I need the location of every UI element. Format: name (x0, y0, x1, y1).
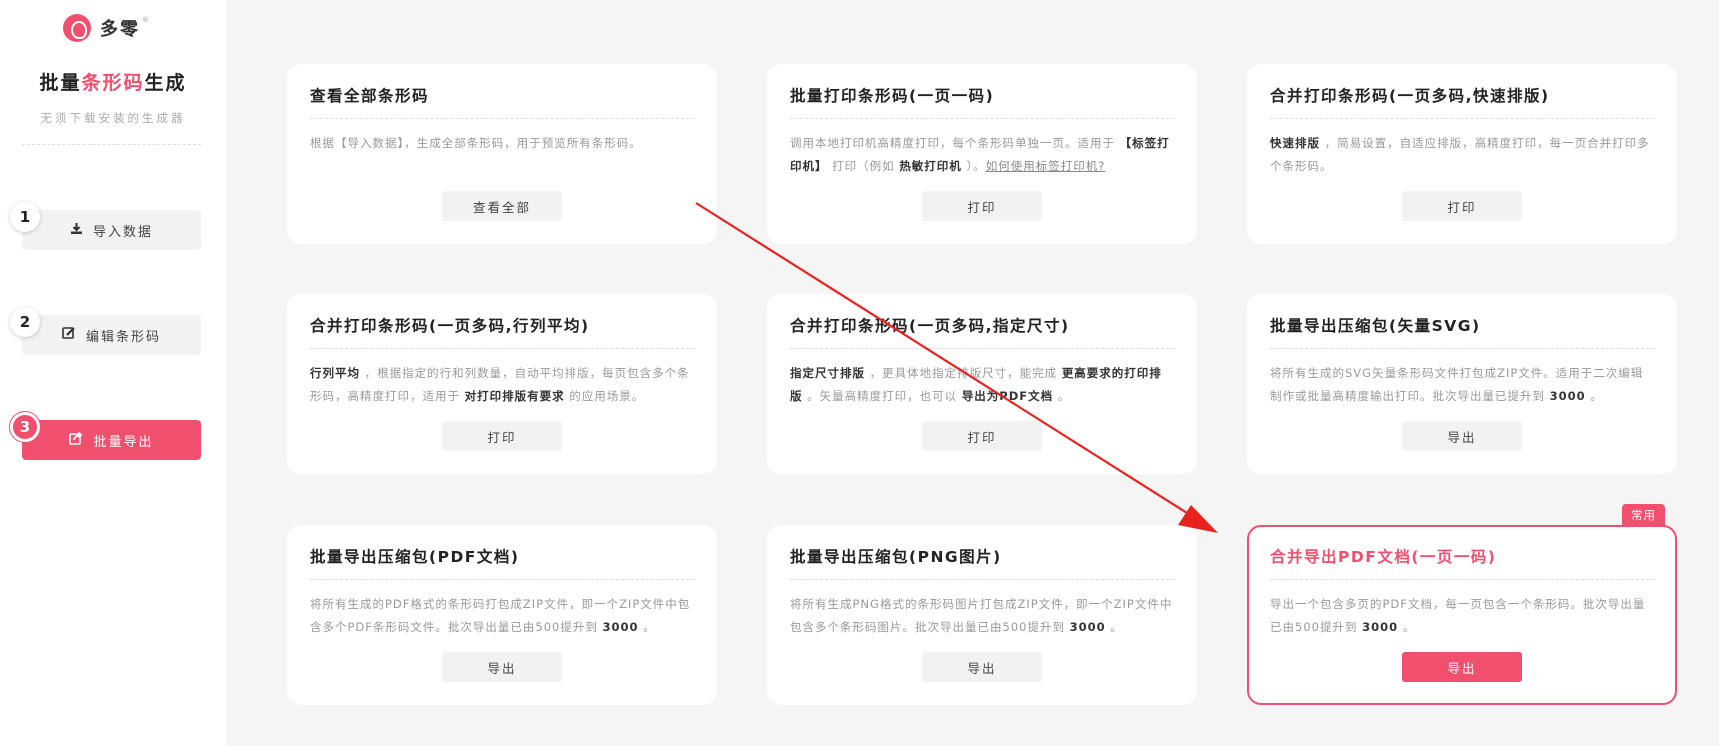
card-title: 批量导出压缩包(PDF文档) (310, 545, 694, 580)
emphasis-text: 对打印排版有要求 (464, 389, 565, 403)
card-description: 调用本地打印机高精度打印，每个条形码单独一页。适用于 【标签打印机】 打印（例如… (790, 132, 1174, 178)
emphasis-text: 导出为PDF文档 (961, 389, 1054, 403)
app-title: 批量条形码生成 (39, 72, 187, 94)
card-description: 将所有生成的SVG矢量条形码文件打包成ZIP文件。适用于二次编辑制作或批量高精度… (1270, 362, 1654, 408)
download-icon (70, 222, 83, 239)
step-number: 3 (10, 412, 40, 442)
option-card: 批量导出压缩包(PDF文档) 将所有生成的PDF格式的条形码打包成ZIP文件，即一… (287, 525, 717, 705)
option-card: 合并打印条形码(一页多码,行列平均) 行列平均 ，根据指定的行和列数量，自动平均排… (287, 294, 717, 474)
step-label: 批量导出 (93, 434, 154, 450)
emphasis-text: 3000 (1549, 389, 1586, 403)
step-batch-export[interactable]: 3 批量导出 (10, 412, 201, 460)
desc-text: 。矢量高精度打印，也可以 (802, 389, 962, 403)
desc-text: 的应用场景。 (564, 389, 645, 403)
card-action-button[interactable]: 导出 (442, 652, 562, 682)
desc-text: 。 (1105, 620, 1123, 634)
divider (22, 144, 201, 145)
card-description: 指定尺寸排版 ，更具体地指定排版尺寸，能完成 更高要求的打印排版 。矢量高精度打… (790, 362, 1174, 408)
card-title: 批量导出压缩包(矢量SVG) (1270, 314, 1654, 349)
card-action-button[interactable]: 导出 (1402, 421, 1522, 451)
card-title: 合并打印条形码(一页多码,快速排版) (1270, 84, 1654, 119)
desc-text: ，更具体地指定排版尺寸，能完成 (865, 366, 1062, 380)
sidebar: 多零 ® 批量条形码生成 无须下载安装的生成器 1 导入数据 2 编辑条形码 3… (0, 0, 226, 746)
card-description: 将所有生成PNG格式的条形码图片打包成ZIP文件，即一个ZIP文件中包含多个条形… (790, 593, 1174, 639)
desc-text: 调用本地打印机高精度打印，每个条形码单独一页。适用于 (790, 136, 1120, 150)
option-card: 批量打印条形码(一页一码) 调用本地打印机高精度打印，每个条形码单独一页。适用于 … (767, 64, 1197, 244)
option-card: 常用合并导出PDF文档(一页一码) 导出一个包含多页的PDF文档，每一页包含一个条… (1247, 504, 1677, 705)
desc-text: ）。 (961, 159, 986, 173)
card-description: 将所有生成的PDF格式的条形码打包成ZIP文件，即一个ZIP文件中包含多个PDF… (310, 593, 694, 639)
desc-text: 。 (1398, 620, 1416, 634)
desc-text: 。 (1585, 389, 1603, 403)
desc-text: 根据【导入数据】，生成全部条形码，用于预览所有条形码。 (310, 136, 642, 150)
desc-text: 打印（例如 (827, 159, 900, 173)
option-card: 查看全部条形码根据【导入数据】，生成全部条形码，用于预览所有条形码。查看全部 (287, 64, 717, 244)
card-action-button[interactable]: 打印 (1402, 191, 1522, 221)
help-link[interactable]: 如何使用标签打印机? (986, 159, 1106, 173)
card-title: 批量导出压缩包(PNG图片) (790, 545, 1174, 580)
desc-text: 导出一个包含多页的PDF文档，每一页包含一个条形码。批次导出量已由500提升到 (1270, 597, 1646, 634)
card-action-button[interactable]: 查看全部 (442, 191, 562, 221)
desc-text: 。 (638, 620, 656, 634)
step-number: 1 (10, 202, 40, 232)
logo-icon (63, 14, 91, 42)
card-title: 合并导出PDF文档(一页一码) (1270, 545, 1654, 580)
common-badge: 常用 (1622, 504, 1665, 525)
card-title: 合并打印条形码(一页多码,行列平均) (310, 314, 694, 349)
desc-text: 。 (1053, 389, 1071, 403)
emphasis-text: 快速排版 (1270, 136, 1320, 150)
card-description: 导出一个包含多页的PDF文档，每一页包含一个条形码。批次导出量已由500提升到 … (1270, 593, 1654, 639)
card-title: 查看全部条形码 (310, 84, 694, 119)
card-title: 批量打印条形码(一页一码) (790, 84, 1174, 119)
app-subtitle: 无须下载安装的生成器 (40, 111, 186, 125)
card-action-button[interactable]: 打印 (442, 421, 562, 451)
card-action-button[interactable]: 打印 (922, 421, 1042, 451)
step-label: 编辑条形码 (85, 329, 161, 345)
share-icon (69, 431, 83, 449)
card-description: 快速排版 ，简易设置，自适应排版，高精度打印，每一页合并打印多个条形码。 (1270, 132, 1654, 178)
step-label: 导入数据 (92, 224, 153, 240)
option-card: 合并打印条形码(一页多码,指定尺寸) 指定尺寸排版 ，更具体地指定排版尺寸，能完成… (767, 294, 1197, 474)
emphasis-text: 热敏打印机 (899, 159, 962, 173)
emphasis-text: 行列平均 (310, 366, 360, 380)
option-card: 合并打印条形码(一页多码,快速排版) 快速排版 ，简易设置，自适应排版，高精度打印… (1247, 64, 1677, 244)
desc-text: ，简易设置，自适应排版，高精度打印，每一页合并打印多个条形码。 (1270, 136, 1650, 173)
step-number: 2 (10, 307, 40, 337)
card-title: 合并打印条形码(一页多码,指定尺寸) (790, 314, 1174, 349)
brand-name: 多零 (100, 19, 140, 40)
option-card: 批量导出压缩包(矢量SVG) 将所有生成的SVG矢量条形码文件打包成ZIP文件。适… (1247, 294, 1677, 474)
card-description: 行列平均 ，根据指定的行和列数量，自动平均排版，每页包含多个条形码，高精度打印，… (310, 362, 694, 408)
card-action-button[interactable]: 打印 (922, 191, 1042, 221)
step-edit-barcode[interactable]: 2 编辑条形码 (10, 307, 201, 355)
card-description: 根据【导入数据】，生成全部条形码，用于预览所有条形码。 (310, 132, 694, 155)
edit-icon (62, 326, 76, 344)
card-action-button[interactable]: 导出 (922, 652, 1042, 682)
option-card: 批量导出压缩包(PNG图片) 将所有生成PNG格式的条形码图片打包成ZIP文件，即… (767, 525, 1197, 705)
emphasis-text: 3000 (1362, 620, 1399, 634)
emphasis-text: 3000 (1069, 620, 1106, 634)
emphasis-text: 指定尺寸排版 (790, 366, 865, 380)
brand-logo[interactable]: 多零 ® (63, 14, 149, 42)
registered-mark: ® (142, 16, 149, 24)
card-action-button[interactable]: 导出 (1402, 652, 1522, 682)
step-import-data[interactable]: 1 导入数据 (10, 202, 201, 250)
emphasis-text: 3000 (602, 620, 639, 634)
